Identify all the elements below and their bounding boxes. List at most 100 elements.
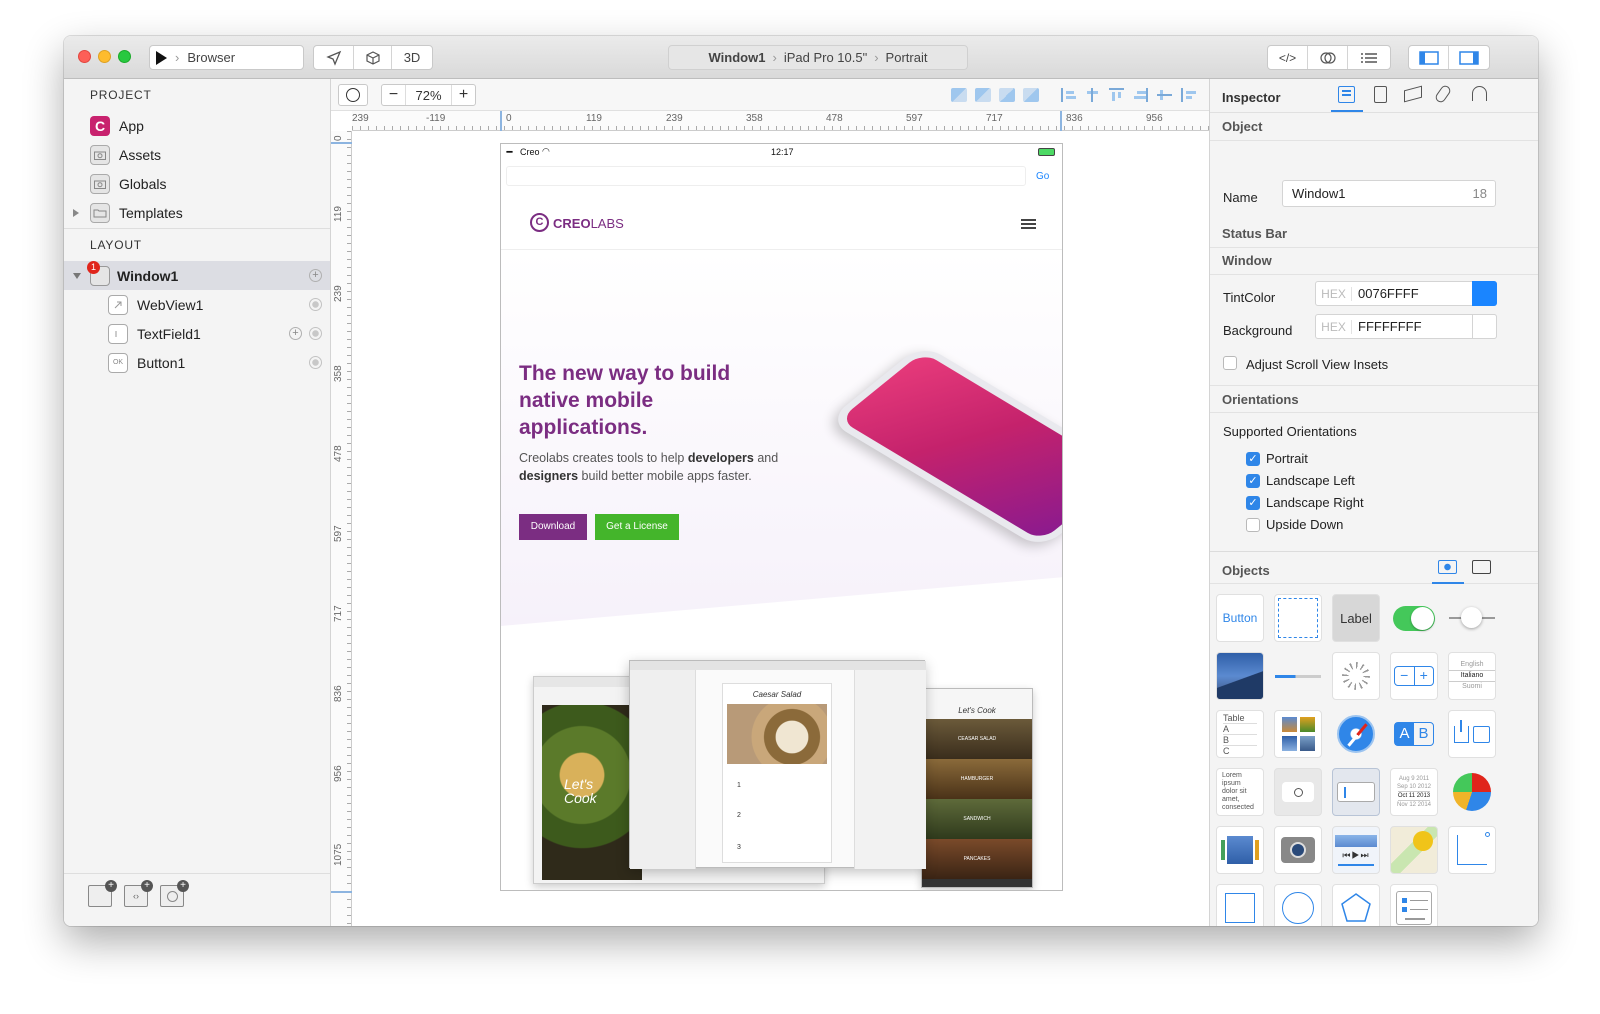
close-window-button[interactable]: [78, 50, 91, 63]
visibility-radio[interactable]: [309, 327, 322, 340]
object-constraint-tile[interactable]: [1448, 826, 1496, 874]
object-stepper-tile[interactable]: − +: [1390, 652, 1438, 700]
objects-library-tab-icon[interactable]: [1438, 560, 1457, 574]
run-target-selector[interactable]: › Browser: [149, 45, 304, 70]
visibility-radio[interactable]: [309, 298, 322, 311]
layers-tab-icon[interactable]: [1404, 85, 1422, 103]
align-center-icon[interactable]: [1085, 88, 1100, 102]
zoom-in-button[interactable]: +: [451, 85, 475, 105]
add-window-button[interactable]: +: [88, 880, 117, 907]
portrait-checkbox[interactable]: ✓: [1246, 452, 1260, 466]
add-asset-button[interactable]: +: [160, 880, 189, 907]
background-swatch[interactable]: [1472, 314, 1497, 339]
object-mapview-tile[interactable]: [1390, 826, 1438, 874]
object-polygon-tile[interactable]: [1332, 884, 1380, 926]
tint-color-swatch[interactable]: [1472, 281, 1497, 306]
object-button-tile[interactable]: Button: [1216, 594, 1264, 642]
mode-3d-button[interactable]: 3D: [392, 46, 432, 69]
zoom-level[interactable]: 72%: [406, 88, 451, 103]
align-bottom-icon[interactable]: [1181, 88, 1196, 102]
url-textfield[interactable]: [506, 166, 1026, 186]
visibility-radio[interactable]: [309, 356, 322, 369]
breadcrumb-orientation[interactable]: Portrait: [886, 50, 928, 65]
toggle-right-panel-button[interactable]: [1449, 46, 1489, 69]
object-searchbar-tile[interactable]: [1274, 768, 1322, 816]
object-switch-tile[interactable]: [1390, 594, 1438, 642]
object-collectionview-tile[interactable]: [1274, 710, 1322, 758]
snippets-tab-icon[interactable]: [1472, 560, 1491, 574]
object-toolbar-tile[interactable]: [1448, 710, 1496, 758]
play-icon[interactable]: [156, 50, 167, 65]
object-pageview-tile[interactable]: [1216, 826, 1264, 874]
stack-button[interactable]: [1308, 46, 1348, 69]
object-label-tile[interactable]: Label: [1332, 594, 1380, 642]
layout-item-button1[interactable]: OK Button1: [64, 348, 330, 377]
landscape-right-checkbox[interactable]: ✓: [1246, 496, 1260, 510]
object-camera-tile[interactable]: [1274, 826, 1322, 874]
minimize-window-button[interactable]: [98, 50, 111, 63]
hamburger-menu-icon[interactable]: [1021, 219, 1036, 229]
disclosure-triangle-icon[interactable]: [73, 208, 79, 217]
bring-to-front-icon[interactable]: [951, 88, 967, 102]
document-tab-icon[interactable]: [1374, 86, 1387, 103]
preview-button[interactable]: [354, 46, 392, 69]
toggle-left-panel-button[interactable]: [1409, 46, 1449, 69]
get-license-button[interactable]: Get a License: [595, 514, 679, 540]
add-code-button[interactable]: ‹› +: [124, 880, 153, 907]
zoom-out-button[interactable]: −: [382, 85, 406, 105]
list-button[interactable]: [1348, 46, 1390, 69]
object-textfield-tile[interactable]: AB: [1390, 710, 1438, 758]
name-field[interactable]: Window1 18: [1282, 180, 1496, 207]
download-button[interactable]: Download: [519, 514, 587, 540]
align-left-icon[interactable]: [1061, 88, 1076, 102]
background-field[interactable]: HEX FFFFFFFF: [1315, 314, 1497, 339]
adjust-scroll-checkbox[interactable]: [1223, 356, 1237, 370]
object-rectangle-tile[interactable]: [1216, 884, 1264, 926]
project-item-globals[interactable]: Globals: [64, 169, 330, 198]
upside-down-checkbox[interactable]: [1246, 518, 1260, 532]
status-bar-section-title[interactable]: Status Bar: [1210, 220, 1538, 248]
layout-item-webview1[interactable]: WebView1: [64, 290, 330, 319]
align-top-icon[interactable]: [1109, 88, 1124, 102]
shape-tool-button[interactable]: [338, 84, 368, 106]
project-item-templates[interactable]: Templates: [64, 198, 330, 227]
code-icon[interactable]: </>: [1268, 46, 1308, 69]
object-circle-tile[interactable]: [1274, 884, 1322, 926]
object-tableview-tile[interactable]: Table A B C: [1216, 710, 1264, 758]
send-backward-icon[interactable]: [999, 88, 1015, 102]
disclosure-open-icon[interactable]: [73, 272, 81, 279]
object-form-tile[interactable]: [1390, 884, 1438, 926]
go-button[interactable]: Go: [1036, 171, 1049, 182]
object-imageview-tile[interactable]: [1216, 652, 1264, 700]
object-inputfield-tile[interactable]: [1332, 768, 1380, 816]
object-mediaplayer-tile[interactable]: ⏮▶⏭: [1332, 826, 1380, 874]
broadcast-tab-icon[interactable]: [1472, 86, 1487, 101]
properties-tab-icon[interactable]: [1338, 86, 1355, 103]
object-slider-tile[interactable]: [1448, 594, 1496, 642]
object-webview-tile[interactable]: [1332, 710, 1380, 758]
tint-color-field[interactable]: HEX 0076FFFF: [1315, 281, 1497, 306]
object-progress-tile[interactable]: [1274, 652, 1322, 700]
layout-item-textfield1[interactable]: TextField1 +: [64, 319, 330, 348]
layout-item-window1[interactable]: 1 Window1 +: [64, 260, 330, 290]
attachment-tab-icon[interactable]: [1433, 83, 1453, 105]
object-picker-tile[interactable]: English Italiano Suomi: [1448, 652, 1496, 700]
object-datepicker-tile[interactable]: Aug 9 2011 Sep 10 2012 Oct 11 2013 Nov 1…: [1390, 768, 1438, 816]
add-child-icon[interactable]: +: [289, 327, 302, 340]
object-view-tile[interactable]: [1274, 594, 1322, 642]
bring-forward-icon[interactable]: [975, 88, 991, 102]
align-right-icon[interactable]: [1133, 88, 1148, 102]
zoom-window-button[interactable]: [118, 50, 131, 63]
project-item-app[interactable]: C App: [64, 111, 330, 140]
add-child-icon[interactable]: +: [309, 269, 322, 282]
align-middle-icon[interactable]: [1157, 88, 1172, 102]
breadcrumb-device[interactable]: iPad Pro 10.5": [784, 50, 867, 65]
navigate-button[interactable]: [314, 46, 354, 69]
send-to-back-icon[interactable]: [1023, 88, 1039, 102]
device-preview[interactable]: ▪▪▪▪ Creo ◠ 12:17 Go C CREOLABS The new …: [500, 143, 1063, 891]
breadcrumb-window[interactable]: Window1: [709, 50, 766, 65]
project-item-assets[interactable]: Assets: [64, 140, 330, 169]
landscape-left-checkbox[interactable]: ✓: [1246, 474, 1260, 488]
object-activity-tile[interactable]: [1332, 652, 1380, 700]
object-textview-tile[interactable]: Lorem ipsum dolor sit amet, consected: [1216, 768, 1264, 816]
